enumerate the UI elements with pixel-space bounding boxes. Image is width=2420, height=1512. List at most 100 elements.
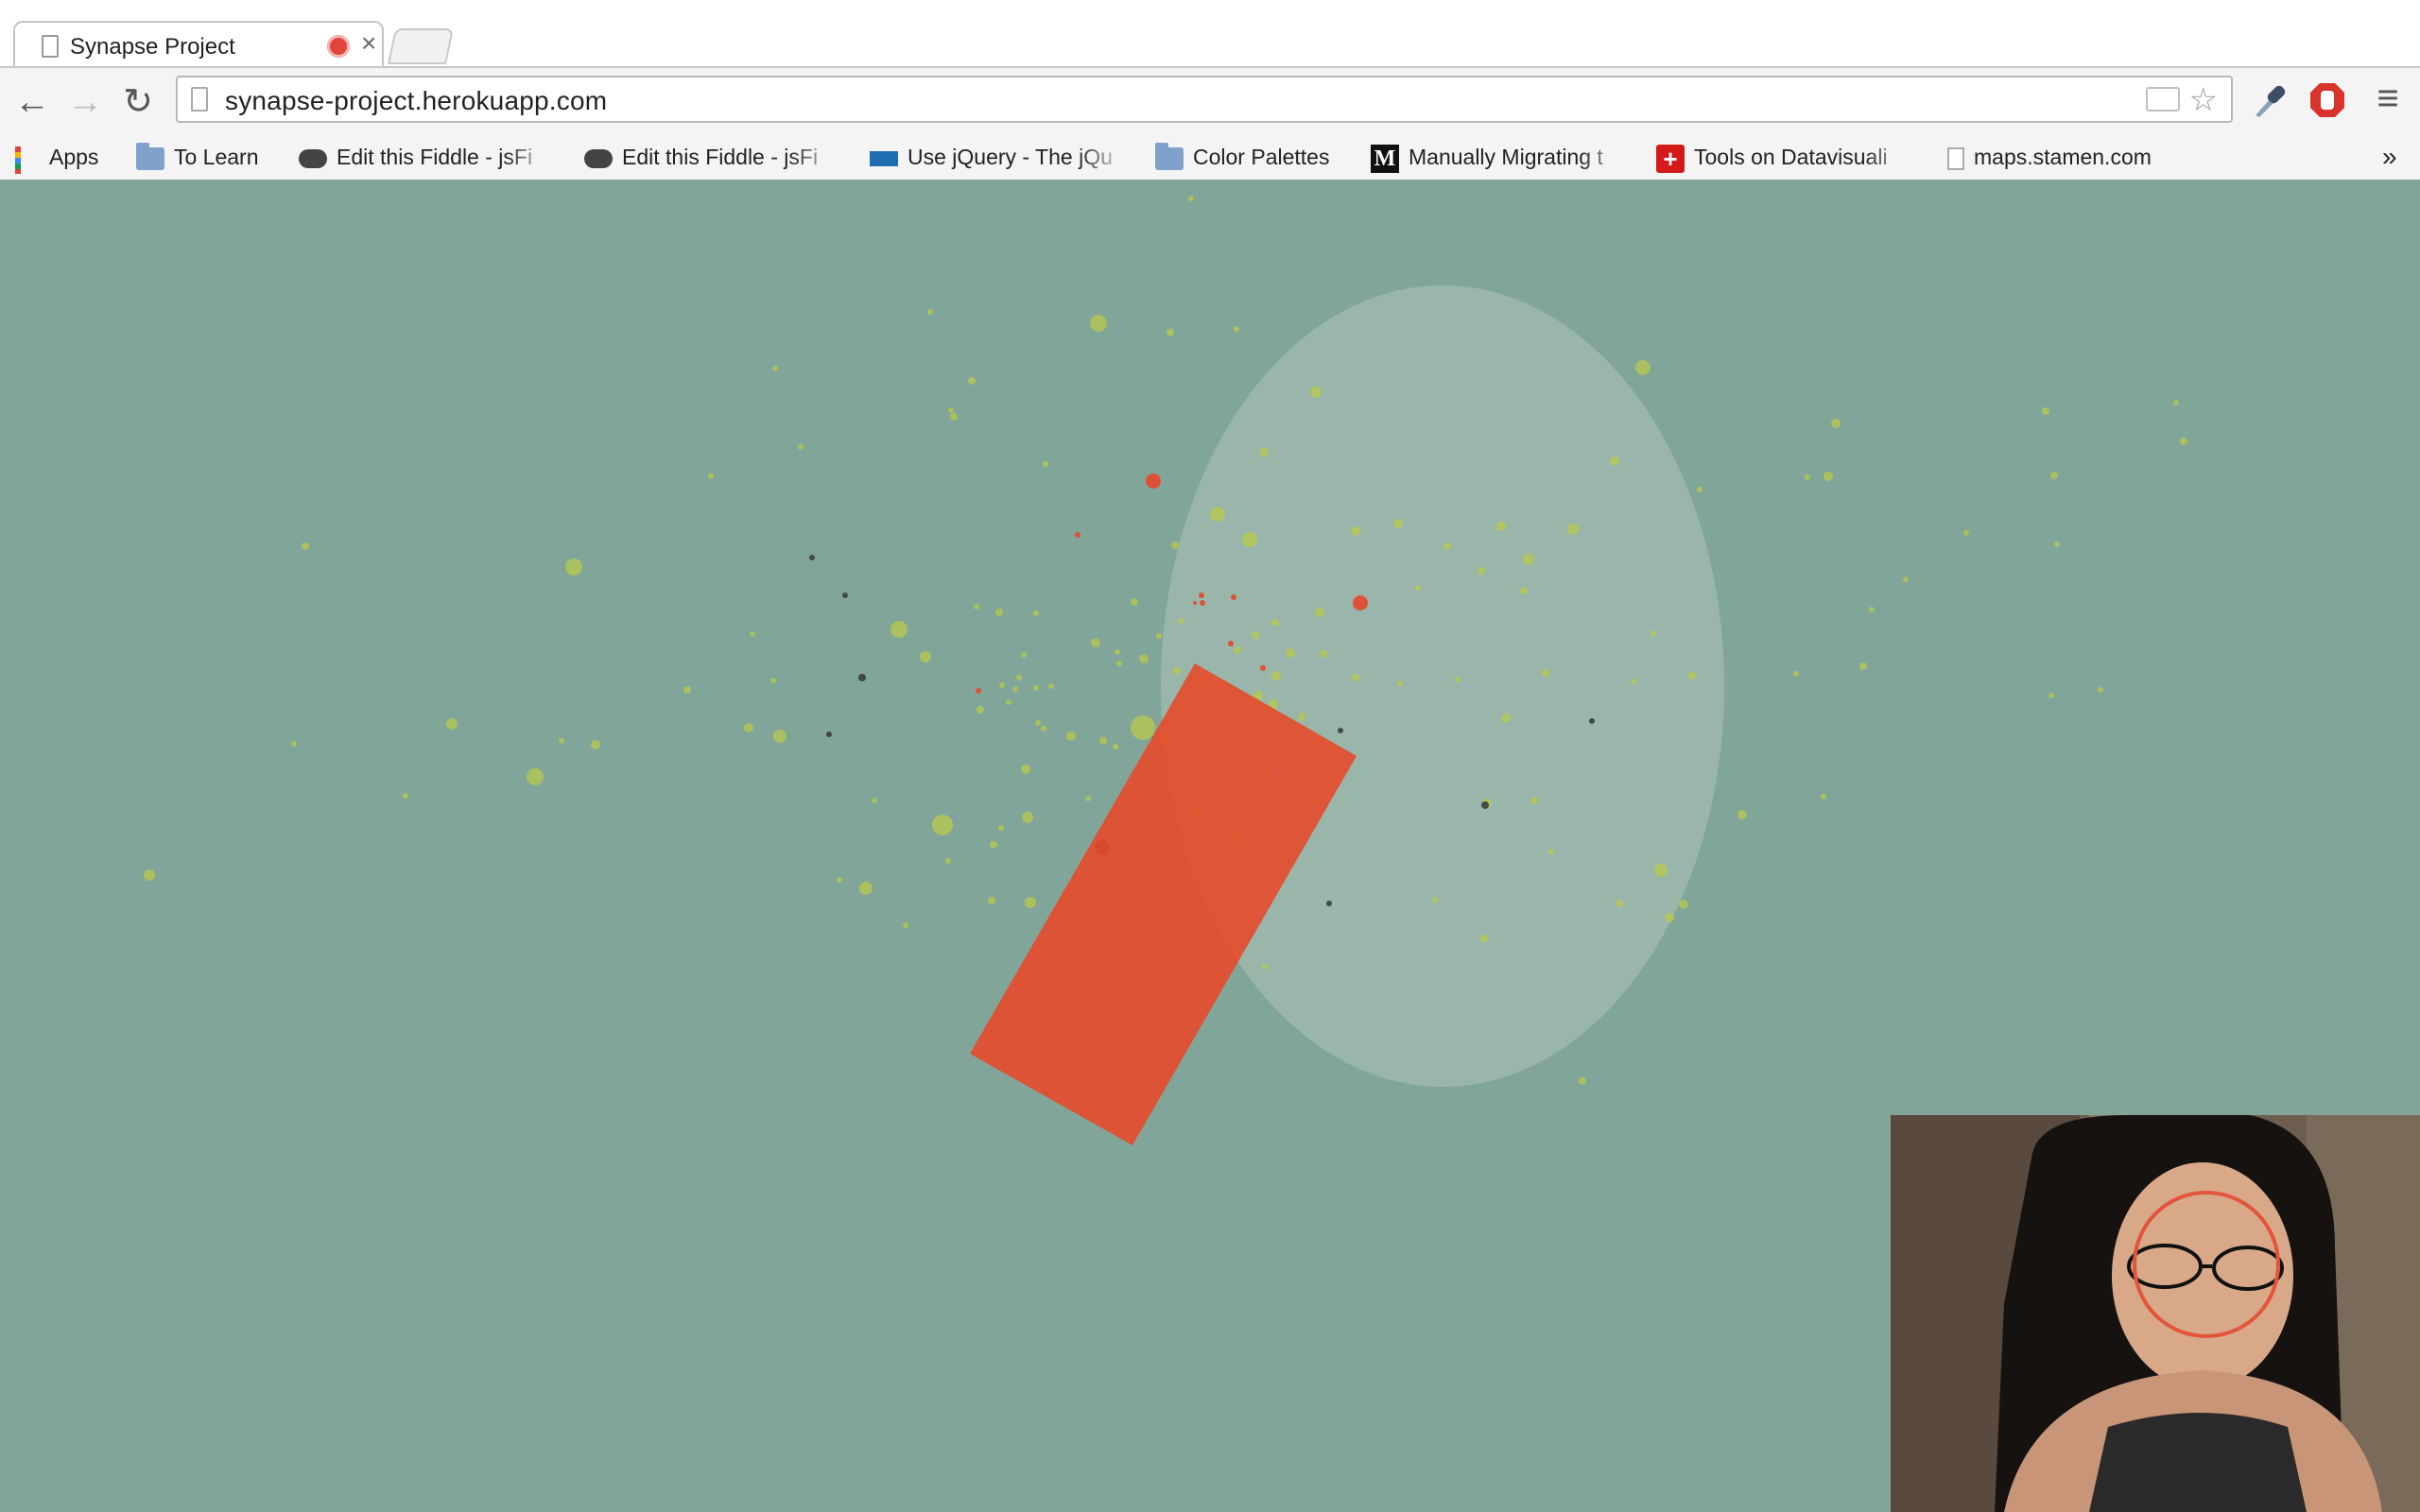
bookmark-jquery[interactable]: Use jQuery - The jQu [870, 140, 1129, 174]
bookmark-color-palettes[interactable]: Color Palettes [1155, 140, 1344, 174]
new-tab-button[interactable] [387, 28, 455, 64]
bookmark-jsfiddle-2[interactable]: Edit this Fiddle - jsFi [584, 140, 841, 174]
bookmark-manually-migrating[interactable]: M Manually Migrating t [1371, 140, 1632, 174]
bookmark-maps-stamen[interactable]: maps.stamen.com [1947, 140, 2193, 174]
particle-dot [988, 897, 995, 904]
apps-grid-icon [15, 146, 40, 174]
folder-icon [136, 142, 164, 170]
particle-dot [1616, 900, 1623, 907]
visualization-canvas[interactable] [0, 180, 2420, 1512]
jsfiddle-cloud-icon [299, 148, 327, 168]
url-text[interactable]: synapse-project.herokuapp.com [225, 86, 607, 116]
tab-close-icon[interactable]: × [361, 28, 376, 59]
address-bar[interactable]: synapse-project.herokuapp.com ☆ [176, 76, 2233, 123]
particle-dot [1242, 532, 1257, 547]
particle-dot [1654, 864, 1668, 877]
particle-dot [859, 882, 873, 895]
back-button[interactable]: ← [13, 83, 51, 121]
particle-dot [1131, 598, 1138, 606]
particle-dot [2048, 693, 2054, 698]
webcam-preview [1891, 1115, 2420, 1512]
particle-dot [2173, 400, 2179, 405]
bookmark-jsfiddle-1[interactable]: Edit this Fiddle - jsFi [299, 140, 556, 174]
reload-button[interactable]: ↻ [119, 83, 157, 121]
particle-dot [1231, 594, 1236, 600]
particle-dot [1542, 669, 1549, 677]
particle-dot [1631, 679, 1636, 684]
particle-dot [2054, 541, 2060, 547]
particle-dot [837, 877, 842, 883]
tab-synapse-project[interactable]: Synapse Project × [13, 21, 384, 68]
tab-strip: Synapse Project × [0, 0, 2420, 68]
particle-dot [976, 688, 981, 694]
particle-dot [1397, 680, 1403, 686]
particle-dot [1567, 524, 1579, 535]
particle-dot [559, 738, 564, 744]
particle-dot [1035, 720, 1041, 726]
particle-dot [1022, 812, 1033, 823]
particle-dot [1443, 542, 1451, 550]
particle-dot [1548, 849, 1554, 854]
particle-dot [1688, 672, 1696, 679]
bookmark-apps[interactable]: Apps [15, 140, 119, 174]
particle-dot [1048, 683, 1054, 689]
particle-dot [1393, 519, 1403, 528]
bookmark-label: Tools on Datavisuali [1694, 145, 1888, 169]
eyedropper-icon[interactable] [2250, 79, 2288, 130]
adblock-icon[interactable] [2308, 79, 2346, 130]
menu-icon[interactable]: ≡ [2369, 79, 2407, 117]
particle-dot [1075, 532, 1080, 538]
bookmark-label: Edit this Fiddle - jsFi [622, 145, 819, 169]
particle-dot [1252, 631, 1259, 639]
bookmark-to-learn[interactable]: To Learn [136, 140, 278, 174]
particle-dot [1262, 964, 1268, 970]
particle-dot [1478, 567, 1485, 575]
particle-dot [995, 609, 1003, 616]
particle-dot [1351, 526, 1360, 536]
particle-dot [1066, 731, 1076, 741]
particle-dot [1025, 897, 1036, 908]
particle-dot [1173, 667, 1181, 675]
particle-dot [527, 768, 544, 785]
particle-dot [1171, 541, 1179, 549]
bookmarks-bar: Apps To Learn Edit this Fiddle - jsFi Ed… [0, 134, 2420, 181]
particle-dot [1665, 913, 1674, 922]
camera-icon[interactable] [2146, 87, 2180, 112]
forward-button[interactable]: → [66, 83, 104, 121]
particle-dot [1271, 671, 1281, 680]
bookmark-star-icon[interactable]: ☆ [2189, 81, 2218, 119]
particle-dot [1310, 387, 1322, 398]
particle-dot [1496, 522, 1506, 531]
particle-dot [144, 869, 155, 881]
particle-dot [2180, 438, 2187, 445]
particle-dot [1737, 810, 1747, 819]
particle-dot [950, 413, 958, 421]
particle-dot [772, 366, 778, 371]
particle-dot [977, 706, 984, 713]
particle-dot [1326, 901, 1332, 906]
particle-dot [744, 723, 753, 732]
particle-dot [990, 841, 997, 849]
particle-dot [770, 678, 776, 683]
particle-dot [750, 631, 755, 637]
bookmarks-overflow-button[interactable]: » [2382, 140, 2411, 174]
particle-dot [1805, 474, 1810, 480]
red-plus-icon: + [1656, 144, 1685, 173]
particle-dot [1520, 587, 1528, 594]
particle-dot [1139, 654, 1149, 663]
bookmark-datavisualization[interactable]: + Tools on Datavisuali [1656, 140, 1917, 174]
particle-dot [974, 604, 979, 610]
particle-dot [1501, 713, 1511, 723]
particle-dot [1859, 662, 1867, 670]
particle-dot [1193, 601, 1197, 605]
particle-dot [1679, 900, 1688, 909]
particle-dot [932, 815, 953, 835]
medium-m-icon: M [1371, 144, 1399, 173]
particle-dot [708, 473, 714, 479]
particle-dot [903, 922, 908, 928]
bookmark-label: Color Palettes [1193, 145, 1330, 169]
particle-dot [1033, 685, 1039, 691]
particle-dot [302, 542, 309, 550]
particle-dot [565, 558, 582, 576]
particle-dot [1320, 650, 1327, 658]
